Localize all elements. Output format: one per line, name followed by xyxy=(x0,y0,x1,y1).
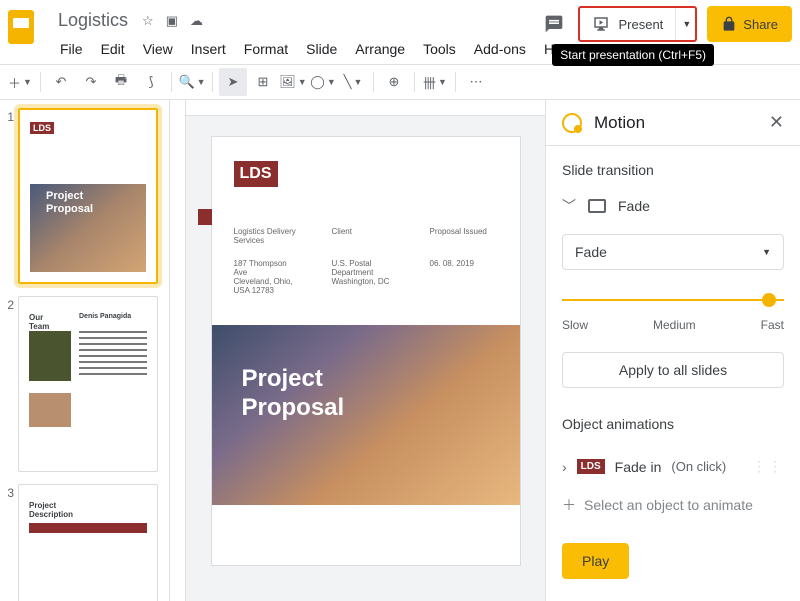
canvas-area: LDS Logistics Delivery Services Client P… xyxy=(170,100,545,601)
animation-item[interactable]: › LDS Fade in (On click) ⋮⋮ xyxy=(562,450,784,483)
menu-arrange[interactable]: Arrange xyxy=(347,37,413,61)
motion-panel: Motion ✕ Slide transition ﹀ Fade Fade ▼ … xyxy=(545,100,800,601)
present-dropdown[interactable]: ▼ xyxy=(675,8,695,40)
menu-addons[interactable]: Add-ons xyxy=(466,37,534,61)
app-logo[interactable] xyxy=(8,10,44,46)
paint-format-button[interactable]: ⟆ xyxy=(137,68,165,96)
animation-name: Fade in xyxy=(615,459,662,475)
transition-section-title: Slide transition xyxy=(562,162,784,178)
motion-icon xyxy=(562,113,582,133)
menu-tools[interactable]: Tools xyxy=(415,37,464,61)
speed-slow-label: Slow xyxy=(562,318,588,332)
menu-insert[interactable]: Insert xyxy=(183,37,234,61)
select-tool[interactable]: ➤ xyxy=(219,68,247,96)
menu-view[interactable]: View xyxy=(135,37,181,61)
lds-badge: LDS xyxy=(234,161,278,187)
line-tool[interactable]: ╲▼ xyxy=(339,68,367,96)
canvas[interactable]: LDS Logistics Delivery Services Client P… xyxy=(186,116,545,601)
horizontal-ruler xyxy=(186,100,545,116)
zoom-button[interactable]: 🔍▼ xyxy=(178,68,206,96)
comment-tool[interactable]: ⊕ xyxy=(380,68,408,96)
slide-thumb-1[interactable]: 1 LDS ProjectProposal xyxy=(4,108,165,284)
plus-icon: ＋ xyxy=(562,495,576,515)
close-panel-button[interactable]: ✕ xyxy=(769,112,784,133)
transition-dropdown[interactable]: Fade ▼ xyxy=(562,234,784,270)
speed-fast-label: Fast xyxy=(761,318,784,332)
titlebar: Logistics ☆ ▣ ☁ File Edit View Insert Fo… xyxy=(0,0,800,64)
new-slide-button[interactable]: ＋▼ xyxy=(6,68,34,96)
slide-thumb-3[interactable]: 3 Project Description xyxy=(4,484,165,601)
shape-tool[interactable]: ◯▼ xyxy=(309,68,337,96)
image-tool[interactable]: 🖼▼ xyxy=(279,68,307,96)
drag-handle-icon[interactable]: ⋮⋮ xyxy=(752,458,784,475)
star-icon[interactable]: ☆ xyxy=(142,13,154,29)
transition-row[interactable]: ﹀ Fade xyxy=(562,196,784,216)
comments-button[interactable] xyxy=(540,10,568,38)
print-button[interactable]: 🖶 xyxy=(107,68,135,96)
textbox-tool[interactable]: ⊞ xyxy=(249,68,277,96)
menu-edit[interactable]: Edit xyxy=(93,37,133,61)
lock-icon xyxy=(721,16,737,32)
slide-canvas[interactable]: LDS Logistics Delivery Services Client P… xyxy=(211,136,521,566)
slide-icon xyxy=(588,199,606,213)
chevron-right-icon: › xyxy=(562,459,567,475)
speed-medium-label: Medium xyxy=(653,318,696,332)
move-icon[interactable]: ▣ xyxy=(166,13,178,29)
chevron-down-icon: ﹀ xyxy=(562,196,576,216)
share-label: Share xyxy=(743,17,778,32)
doc-title[interactable]: Logistics xyxy=(52,8,134,33)
lds-badge: LDS xyxy=(30,122,54,134)
red-tab xyxy=(198,209,212,225)
cloud-icon[interactable]: ☁ xyxy=(190,13,203,29)
apply-all-button[interactable]: Apply to all slides xyxy=(562,352,784,388)
present-tooltip: Start presentation (Ctrl+F5) xyxy=(552,44,714,66)
vertical-ruler xyxy=(170,100,186,601)
present-button[interactable]: Present ▼ xyxy=(578,6,697,42)
undo-button[interactable]: ↶ xyxy=(47,68,75,96)
slide-thumb-2[interactable]: 2 Our Team Denis Panagida xyxy=(4,296,165,472)
more-button[interactable]: ⋯ xyxy=(462,68,490,96)
panel-title: Motion xyxy=(594,113,769,133)
menu-slide[interactable]: Slide xyxy=(298,37,345,61)
transition-name: Fade xyxy=(618,198,650,214)
speed-slider[interactable] xyxy=(562,290,784,310)
share-button[interactable]: Share xyxy=(707,6,792,42)
filmstrip: 1 LDS ProjectProposal 2 Our Team Denis P… xyxy=(0,100,170,601)
animations-section-title: Object animations xyxy=(562,416,784,432)
toolbar: ＋▼ ↶ ↷ 🖶 ⟆ 🔍▼ ➤ ⊞ 🖼▼ ◯▼ ╲▼ ⊕ 卌▼ ⋯ xyxy=(0,64,800,100)
transition-button[interactable]: 卌▼ xyxy=(421,68,449,96)
lds-badge: LDS xyxy=(577,459,605,474)
present-label: Present xyxy=(618,17,663,32)
select-object-hint: ＋ Select an object to animate xyxy=(562,483,784,527)
present-icon xyxy=(592,15,610,33)
menu-format[interactable]: Format xyxy=(236,37,296,61)
main-area: 1 LDS ProjectProposal 2 Our Team Denis P… xyxy=(0,100,800,601)
redo-button[interactable]: ↷ xyxy=(77,68,105,96)
chevron-down-icon: ▼ xyxy=(762,247,771,257)
play-button[interactable]: Play xyxy=(562,543,629,579)
menu-file[interactable]: File xyxy=(52,37,91,61)
animation-trigger: (On click) xyxy=(671,459,726,474)
